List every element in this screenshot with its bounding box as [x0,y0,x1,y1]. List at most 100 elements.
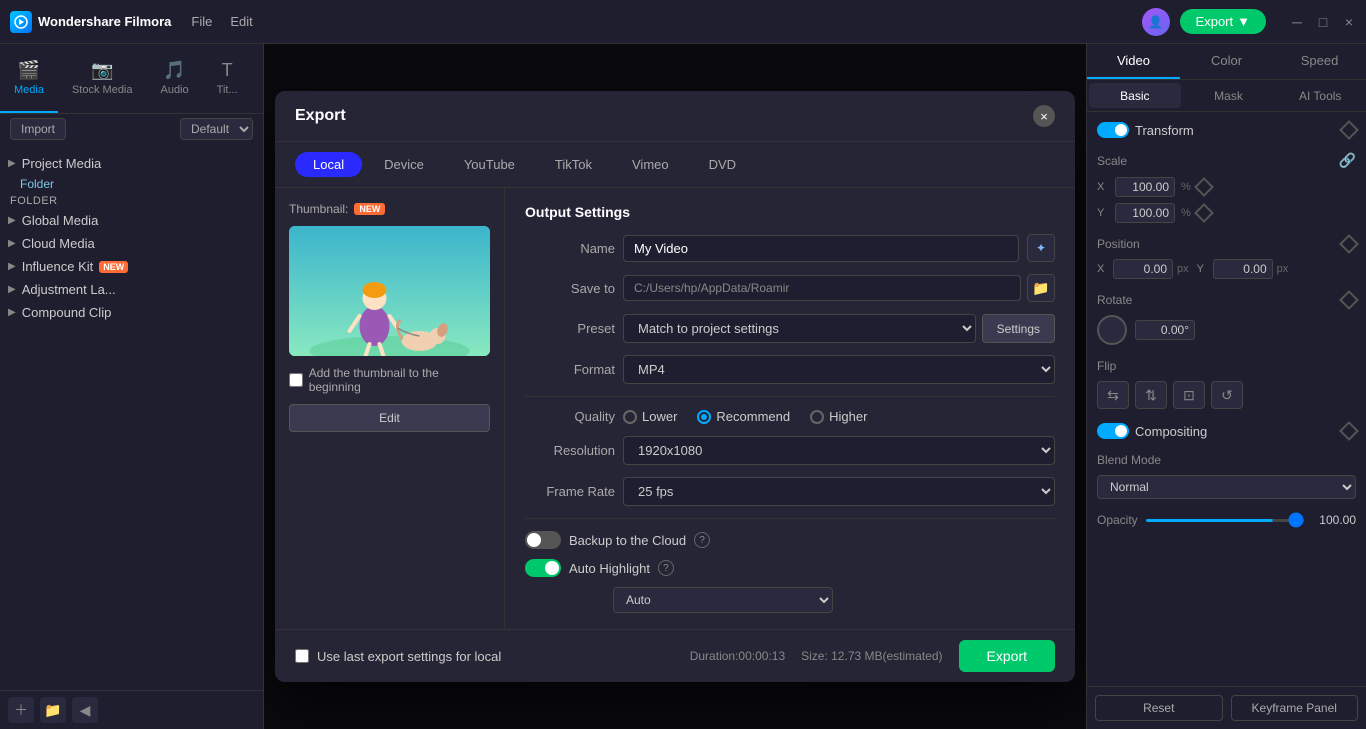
lower-radio[interactable] [623,410,637,424]
flip-h-button[interactable]: ⇆ [1097,381,1129,409]
divider-2 [525,518,1055,519]
dialog-overlay: Export × Local Device YouTube TikTok Vim… [264,44,1086,729]
right-panel-content: Transform Scale 🔗 X % [1087,112,1366,686]
transform-toggle[interactable] [1097,122,1129,138]
ai-button[interactable]: ✦ [1027,234,1055,262]
keyframe-panel-button[interactable]: Keyframe Panel [1231,695,1359,721]
flip-crop-button[interactable]: ⊡ [1173,381,1205,409]
sidebar-item-global-media[interactable]: ▶ Global Media [0,209,263,232]
scale-y-keyframe[interactable] [1194,203,1214,223]
folder-browse-button[interactable]: 📁 [1027,274,1055,302]
avatar[interactable]: 👤 [1142,8,1170,36]
frame-rate-select[interactable]: 25 fps 24 fps 30 fps [623,477,1055,506]
add-thumbnail-checkbox[interactable] [289,373,303,387]
media-icon: 🎬 [18,60,40,81]
new-folder-button[interactable]: 📁 [40,697,66,723]
tab-title-label: Tit... [217,84,238,96]
tab-media[interactable]: 🎬 Media [0,44,58,113]
menu-edit[interactable]: Edit [230,14,252,29]
sidebar-item-cloud-media[interactable]: ▶ Cloud Media [0,232,263,255]
compositing-toggle[interactable] [1097,423,1129,439]
tab-device[interactable]: Device [366,152,442,177]
backup-help-icon[interactable]: ? [694,532,710,548]
maximize-button[interactable]: □ [1316,15,1330,29]
backup-cloud-row: Backup to the Cloud ? [525,531,1055,549]
scale-x-input[interactable] [1115,177,1175,197]
dialog-close-button[interactable]: × [1033,105,1055,127]
tab-vimeo[interactable]: Vimeo [614,152,687,177]
recommend-radio[interactable] [697,410,711,424]
add-thumbnail-row: Add the thumbnail to the beginning [289,366,490,394]
title-icon: T [222,60,233,81]
scale-x-keyframe[interactable] [1194,177,1214,197]
auto-select[interactable]: Auto Manual [613,587,833,613]
tab-local[interactable]: Local [295,152,362,177]
higher-radio[interactable] [810,410,824,424]
tab-youtube[interactable]: YouTube [446,152,533,177]
format-select[interactable]: MP4 MOV AVI [623,355,1055,384]
preset-select[interactable]: Match to project settings [623,314,976,343]
subtab-ai-tools[interactable]: AI Tools [1274,80,1366,111]
rotate-header-row: Rotate [1097,293,1356,307]
rotate-input[interactable] [1135,320,1195,340]
edit-thumbnail-button[interactable]: Edit [289,404,490,432]
transform-row: Transform [1097,122,1356,138]
add-media-button[interactable]: ＋ [8,697,34,723]
tab-speed[interactable]: Speed [1273,44,1366,79]
export-final-button[interactable]: Export [959,640,1055,672]
sidebar-item-compound-clip[interactable]: ▶ Compound Clip [0,301,263,324]
resolution-select[interactable]: 1920x1080 1280x720 3840x2160 [623,436,1055,465]
flip-v-button[interactable]: ⇅ [1135,381,1167,409]
scale-y-input[interactable] [1115,203,1175,223]
tab-dvd[interactable]: DVD [691,152,754,177]
export-top-button[interactable]: Export ▼ [1180,9,1266,34]
tab-titles[interactable]: T Tit... [203,44,252,113]
tab-tiktok[interactable]: TikTok [537,152,610,177]
rotate-dial[interactable] [1097,315,1127,345]
sidebar-item-influence-kit[interactable]: ▶ Influence Kit NEW [0,255,263,278]
use-last-checkbox[interactable] [295,649,309,663]
tab-stock-media[interactable]: 📷 Stock Media [58,44,147,113]
close-button[interactable]: × [1342,15,1356,29]
pos-x-unit: px [1177,263,1189,275]
auto-highlight-toggle[interactable] [525,559,561,577]
transform-keyframe-icon[interactable] [1339,120,1359,140]
frame-rate-row: Frame Rate 25 fps 24 fps 30 fps [525,477,1055,506]
preset-row: Preset Match to project settings Setting… [525,314,1055,343]
quality-options: Lower Recommend Higher [623,409,867,424]
quality-lower[interactable]: Lower [623,409,677,424]
folder-sub[interactable]: Folder [0,175,263,193]
reset-button[interactable]: Reset [1095,695,1223,721]
name-label: Name [525,241,615,256]
auto-highlight-help-icon[interactable]: ? [658,560,674,576]
sidebar-bottom-icons: ＋ 📁 ◀ [0,690,263,729]
sidebar-item-adjustment[interactable]: ▶ Adjustment La... [0,278,263,301]
name-input[interactable] [623,235,1019,262]
sidebar-item-project-media[interactable]: ▶ Project Media [0,152,263,175]
menu-file[interactable]: File [191,14,212,29]
subtab-basic[interactable]: Basic [1089,83,1181,108]
rotate-keyframe[interactable] [1339,290,1359,310]
subtab-mask[interactable]: Mask [1183,80,1275,111]
quality-higher[interactable]: Higher [810,409,867,424]
pos-y-input[interactable] [1213,259,1273,279]
collapse-button[interactable]: ◀ [72,697,98,723]
flip-reset-button[interactable]: ↺ [1211,381,1243,409]
compositing-keyframe[interactable] [1339,421,1359,441]
blend-mode-select[interactable]: Normal Dissolve Multiply Screen Overlay [1097,475,1356,499]
opacity-slider[interactable] [1146,519,1304,522]
tab-audio[interactable]: 🎵 Audio [147,44,203,113]
opacity-section: Opacity 100.00 [1097,513,1356,527]
tab-color[interactable]: Color [1180,44,1273,79]
default-select[interactable]: Default [180,118,253,140]
pos-x-input[interactable] [1113,259,1173,279]
backup-toggle[interactable] [525,531,561,549]
tab-video[interactable]: Video [1087,44,1180,79]
scale-y-row: Y % [1097,203,1356,223]
position-keyframe[interactable] [1339,234,1359,254]
settings-button[interactable]: Settings [982,314,1055,343]
quality-recommend[interactable]: Recommend [697,409,790,424]
use-last-label: Use last export settings for local [317,649,501,664]
minimize-button[interactable]: ─ [1290,15,1304,29]
import-button[interactable]: Import [10,118,66,140]
